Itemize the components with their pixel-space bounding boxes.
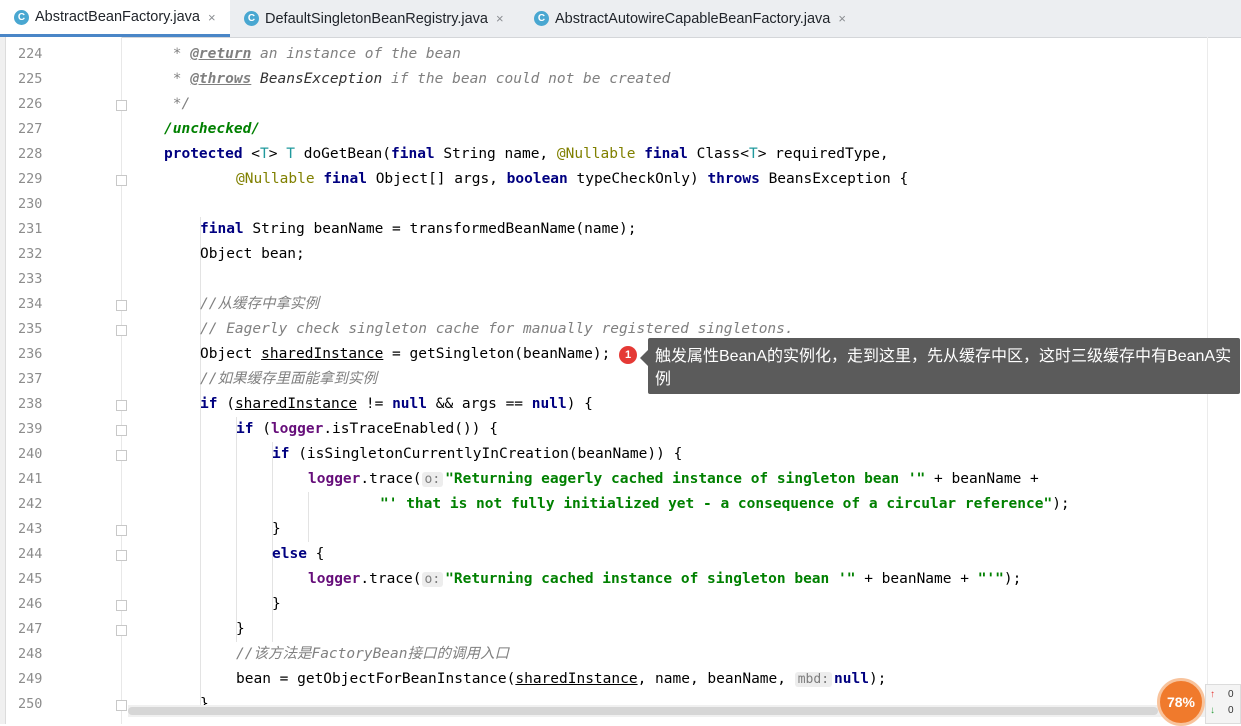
line-number: 236 — [18, 346, 43, 362]
network-speed-widget: ↑ 0 ↓ 0 — [1205, 684, 1241, 724]
code-line: //该方法是FactoryBean接口的调用入口 — [236, 646, 509, 662]
horizontal-scrollbar[interactable] — [128, 705, 1208, 717]
code-line: } — [272, 521, 281, 537]
indent-guide — [308, 492, 309, 542]
close-icon[interactable]: × — [838, 11, 846, 26]
line-number: 239 — [18, 421, 43, 437]
line-number: 234 — [18, 296, 43, 312]
code-line: //如果缓存里面能拿到实例 — [200, 371, 377, 387]
parameter-hint: o: — [421, 572, 444, 587]
memory-usage-meter[interactable]: 78% — [1157, 678, 1205, 726]
class-c-icon: C — [14, 9, 29, 25]
line-number: 233 — [18, 271, 43, 287]
line-number: 225 — [18, 71, 43, 87]
code-line: "' that is not fully initialized yet - a… — [380, 496, 1070, 512]
line-number: 247 — [18, 621, 43, 637]
code-line: @Nullable final Object[] args, boolean t… — [236, 171, 909, 187]
line-number: 249 — [18, 671, 43, 687]
code-line: //从缓存中拿实例 — [200, 296, 319, 312]
scrollbar-thumb[interactable] — [128, 707, 1158, 715]
code-line: logger.trace(o: "Returning eagerly cached… — [308, 471, 1039, 487]
line-number: 246 — [18, 596, 43, 612]
tab-label: AbstractBeanFactory.java — [35, 9, 200, 25]
code-line: } — [272, 596, 281, 612]
code-line: final String beanName = transformedBeanN… — [200, 221, 637, 237]
line-number: 227 — [18, 121, 43, 137]
code-line: if (logger.isTraceEnabled()) { — [236, 421, 498, 437]
line-number-gutter[interactable]: 224 225 226 227 228 229 230 231 232 233 … — [6, 37, 127, 724]
tab-default-singleton-bean-registry[interactable]: C DefaultSingletonBeanRegistry.java × — [230, 0, 520, 37]
line-number: 231 — [18, 221, 43, 237]
annotation-tooltip: 触发属性BeanA的实例化，走到这里，先从缓存中区，这时三级缓存中有BeanA实… — [640, 338, 1240, 394]
line-number: 230 — [18, 196, 43, 212]
upload-value: 0 — [1228, 689, 1234, 700]
code-line: bean = getObjectForBeanInstance(sharedIn… — [236, 671, 887, 687]
tab-abstract-autowire-capable-bean-factory[interactable]: C AbstractAutowireCapableBeanFactory.jav… — [520, 0, 870, 37]
code-line: */ — [164, 96, 191, 112]
line-number: 242 — [18, 496, 43, 512]
class-c-icon: C — [534, 11, 549, 26]
line-number: 237 — [18, 371, 43, 387]
code-line: * @return an instance of the bean — [164, 46, 461, 62]
tab-abstract-bean-factory[interactable]: C AbstractBeanFactory.java × — [0, 0, 230, 37]
upload-arrow-icon: ↑ — [1210, 689, 1215, 700]
code-line: if (sharedInstance != null && args == nu… — [200, 396, 593, 412]
line-number: 232 — [18, 246, 43, 262]
indent-guide — [236, 417, 237, 642]
line-number: 240 — [18, 446, 43, 462]
line-number: 250 — [18, 696, 43, 712]
code-line: Object sharedInstance = getSingleton(bea… — [200, 346, 611, 362]
parameter-hint: o: — [421, 472, 444, 487]
line-number: 248 — [18, 646, 43, 662]
download-value: 0 — [1228, 705, 1234, 716]
annotation-badge[interactable]: 1 — [619, 346, 637, 364]
tab-label: DefaultSingletonBeanRegistry.java — [265, 10, 489, 27]
line-number: 226 — [18, 96, 43, 112]
code-line: * @throws BeansException if the bean cou… — [164, 71, 671, 87]
download-arrow-icon: ↓ — [1210, 705, 1215, 716]
line-number: 243 — [18, 521, 43, 537]
line-number: 245 — [18, 571, 43, 587]
code-line: Object bean; — [200, 246, 305, 262]
code-line: } — [236, 621, 245, 637]
line-number: 235 — [18, 321, 43, 337]
line-number: 228 — [18, 146, 43, 162]
code-line: else { — [272, 546, 325, 562]
parameter-hint: mbd: — [794, 672, 833, 687]
line-number: 241 — [18, 471, 43, 487]
tab-label: AbstractAutowireCapableBeanFactory.java — [555, 10, 831, 27]
code-line: if (isSingletonCurrentlyInCreation(beanN… — [272, 446, 683, 462]
code-line: logger.trace(o: "Returning cached instanc… — [308, 571, 1022, 587]
line-number: 224 — [18, 46, 43, 62]
line-number: 238 — [18, 396, 43, 412]
line-number: 244 — [18, 546, 43, 562]
code-line: /unchecked/ — [164, 121, 261, 137]
code-line: protected <T> T doGetBean(final String n… — [164, 146, 889, 162]
editor-tab-bar: C AbstractBeanFactory.java × C DefaultSi… — [0, 0, 1241, 38]
close-icon[interactable]: × — [208, 10, 216, 25]
class-c-icon: C — [244, 11, 259, 26]
line-number: 229 — [18, 171, 43, 187]
close-icon[interactable]: × — [496, 11, 504, 26]
